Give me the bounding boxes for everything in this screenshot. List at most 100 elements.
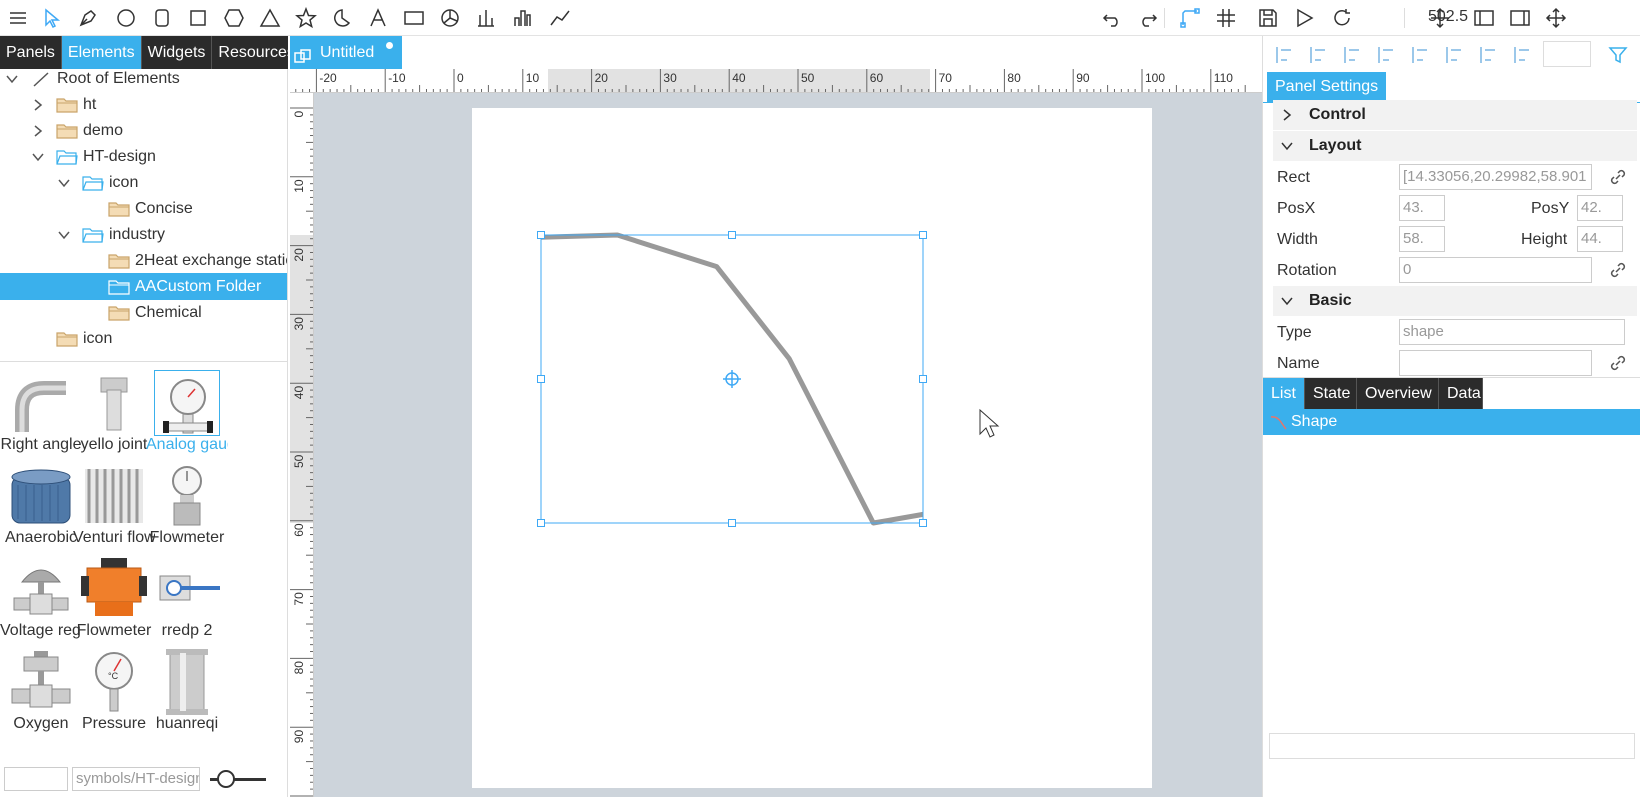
align-left-edge-icon[interactable]	[1273, 44, 1295, 66]
arc-icon[interactable]	[328, 4, 356, 32]
tree-row[interactable]: icon	[0, 325, 287, 352]
gallery-item[interactable]: Right angle	[0, 366, 82, 458]
tree-row[interactable]: Chemical	[0, 299, 287, 326]
hexagon-icon[interactable]	[220, 4, 248, 32]
pie-icon[interactable]	[436, 4, 464, 32]
tree-row[interactable]: Root of Elements	[0, 69, 287, 92]
circle-icon[interactable]	[112, 4, 140, 32]
rect-field[interactable]: [14.33056,20.29982,58.901	[1399, 164, 1592, 190]
refresh-icon[interactable]	[1328, 4, 1356, 32]
chevron-right-icon[interactable]	[30, 91, 46, 118]
section-layout[interactable]: Layout	[1273, 131, 1637, 161]
posy-field[interactable]: 42.	[1577, 195, 1623, 221]
tree-row[interactable]: Concise	[0, 195, 287, 222]
snap-icon[interactable]	[1176, 4, 1204, 32]
tab-elements[interactable]: Elements	[61, 36, 142, 69]
pen-icon[interactable]	[74, 4, 102, 32]
gallery-item[interactable]: huanreqi	[146, 645, 228, 737]
column-chart-icon[interactable]	[508, 4, 536, 32]
resize-handle[interactable]	[728, 519, 736, 527]
gallery-item[interactable]: rredp 2	[146, 552, 228, 644]
height-field[interactable]: 44.	[1577, 226, 1623, 252]
tab-panels[interactable]: Panels	[0, 36, 62, 69]
bar-chart-icon[interactable]	[472, 4, 500, 32]
resize-handle[interactable]	[537, 375, 545, 383]
center-crosshair-icon[interactable]	[723, 370, 741, 388]
list-filter-input[interactable]	[1269, 733, 1635, 759]
chevron-down-icon[interactable]	[56, 221, 72, 248]
tree-row[interactable]: industry	[0, 221, 287, 248]
rect-icon[interactable]	[184, 4, 212, 32]
shape-layer[interactable]	[314, 93, 1262, 797]
link-icon[interactable]	[1609, 168, 1627, 191]
fit-icon[interactable]	[1542, 4, 1570, 32]
tree-row[interactable]: 2Heat exchange station	[0, 247, 287, 274]
save-icon[interactable]	[1254, 4, 1282, 32]
document-tab[interactable]: Untitled	[290, 36, 402, 69]
line-chart-icon[interactable]	[546, 4, 574, 32]
link-icon[interactable]	[1609, 354, 1627, 377]
list-item[interactable]: Shape	[1263, 409, 1640, 435]
tab-state[interactable]: State	[1305, 378, 1357, 410]
resize-handle[interactable]	[728, 231, 736, 239]
tab-data[interactable]: Data	[1439, 378, 1483, 410]
gallery-item[interactable]: Flowmeter	[73, 552, 155, 644]
tree-row[interactable]: icon	[0, 169, 287, 196]
align-spacing-input[interactable]	[1543, 41, 1591, 67]
symbol-path-input[interactable]: symbols/HT-design	[72, 767, 200, 791]
preview-icon[interactable]	[1290, 4, 1318, 32]
tab-overview[interactable]: Overview	[1357, 378, 1439, 410]
undo-icon[interactable]	[1098, 4, 1126, 32]
tab-resources[interactable]: Resources	[212, 36, 288, 69]
name-field[interactable]	[1399, 350, 1592, 376]
tree-row[interactable]: AACustom Folder	[0, 273, 287, 300]
gallery-item[interactable]: Flowmeter	[146, 459, 228, 551]
panel-settings-tab[interactable]: Panel Settings	[1267, 72, 1387, 102]
link-icon[interactable]	[1609, 261, 1627, 284]
chevron-down-icon[interactable]	[4, 69, 20, 92]
posx-field[interactable]: 43.	[1399, 195, 1445, 221]
resize-handle[interactable]	[537, 519, 545, 527]
align-right-icon[interactable]	[1409, 44, 1431, 66]
redo-icon[interactable]	[1134, 4, 1162, 32]
size-slider-handle[interactable]	[217, 770, 235, 788]
tab-widgets[interactable]: Widgets	[142, 36, 213, 69]
gallery-item[interactable]: Analog gauge	[146, 366, 228, 458]
gallery-item[interactable]: Oxygen	[0, 645, 82, 737]
section-basic[interactable]: Basic	[1273, 286, 1637, 316]
chevron-down-icon[interactable]	[30, 143, 46, 170]
gallery-item[interactable]: yello joint	[73, 366, 155, 458]
filter-input[interactable]	[4, 767, 68, 791]
text-icon[interactable]	[364, 4, 392, 32]
width-field[interactable]: 58.	[1399, 226, 1445, 252]
chevron-right-icon[interactable]	[30, 117, 46, 144]
grid-icon[interactable]	[1212, 4, 1240, 32]
rounded-rect-icon[interactable]	[148, 4, 176, 32]
gallery-item[interactable]: Venturi flowmeter	[73, 459, 155, 551]
design-canvas[interactable]	[314, 93, 1262, 797]
resize-handle[interactable]	[537, 231, 545, 239]
gallery-item[interactable]: Anaerobic	[0, 459, 82, 551]
tree-row[interactable]: demo	[0, 117, 287, 144]
chevron-down-icon[interactable]	[56, 169, 72, 196]
image-frame-icon[interactable]	[400, 4, 428, 32]
align-center-h-icon[interactable]	[1307, 44, 1329, 66]
gallery-item[interactable]: Voltage regulator	[0, 552, 82, 644]
align-center-icon[interactable]	[1375, 44, 1397, 66]
star-icon[interactable]	[292, 4, 320, 32]
right-panel-icon[interactable]	[1506, 4, 1534, 32]
triangle-icon[interactable]	[256, 4, 284, 32]
rotation-field[interactable]: 0	[1399, 257, 1592, 283]
left-panel-icon[interactable]	[1470, 4, 1498, 32]
align-top-icon[interactable]	[1443, 44, 1465, 66]
type-field[interactable]: shape	[1399, 319, 1625, 345]
resize-handle[interactable]	[919, 231, 927, 239]
align-middle-icon[interactable]	[1477, 44, 1499, 66]
menu-icon[interactable]	[4, 4, 32, 32]
tree-row[interactable]: HT-design	[0, 143, 287, 170]
section-control[interactable]: Control	[1273, 100, 1637, 130]
filter-icon[interactable]	[1607, 44, 1629, 66]
gallery-item[interactable]: °C Pressure	[73, 645, 155, 737]
select-arrow-icon[interactable]	[38, 4, 66, 32]
zoom-level[interactable]: 502.5	[1428, 8, 1468, 26]
